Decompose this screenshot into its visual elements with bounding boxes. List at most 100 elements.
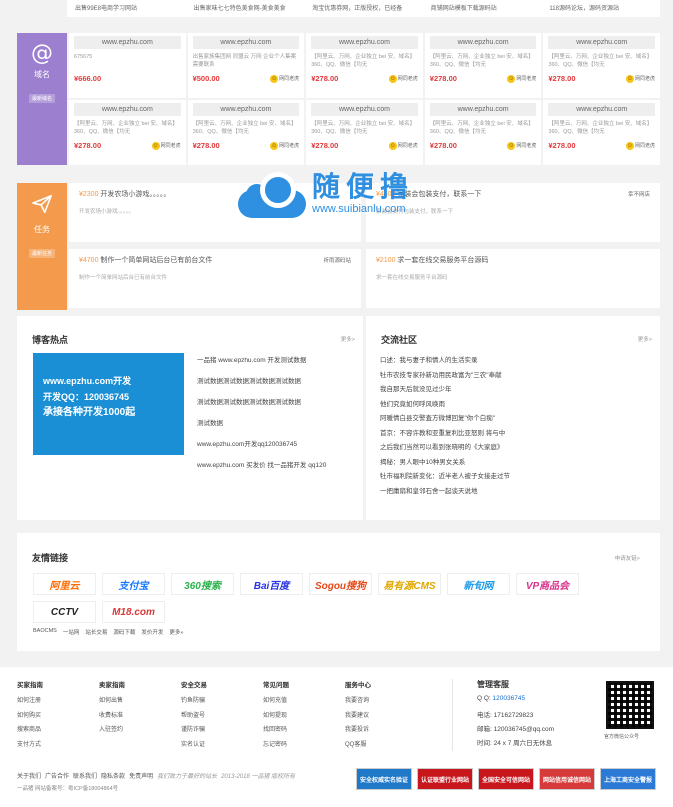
friend-text-link[interactable]: 源码下载 (113, 628, 135, 636)
footer-link[interactable]: 如何出售 (99, 695, 181, 710)
domain-section-label[interactable]: @ 域名 最新域名 (17, 33, 67, 165)
partner-logo[interactable]: 360搜索 (171, 573, 234, 595)
latest-domains-badge[interactable]: 最新域名 (28, 94, 55, 103)
trust-badge[interactable]: 安全权威实名验证 (356, 768, 412, 790)
partner-logo[interactable]: Bai百度 (240, 573, 303, 595)
blog-item[interactable]: www.epzhu.com 买发价 找一品猪开发 qq120 (197, 459, 326, 480)
partner-logo[interactable]: 易有源CMS (378, 573, 441, 595)
service-qq[interactable]: Q Q: 120036745 (477, 695, 554, 709)
seller-info[interactable]: ☺ 网同老虎 (388, 141, 418, 150)
footer-link[interactable]: 我要投诉 (345, 724, 427, 739)
footer-link[interactable]: 谨防诈骗 (181, 724, 263, 739)
task-section-label[interactable]: 任务 最新任务 (17, 183, 67, 310)
blog-banner[interactable]: www.epzhu.com开发 开发QQ：120036745 承接各种开发100… (33, 353, 184, 455)
community-item[interactable]: 首京：不容许教和亚重复利比亚怒则 将与中 (380, 427, 510, 442)
community-item[interactable]: 阿暖情白县交警査方微博回复"你个白痴" (380, 412, 510, 427)
friend-text-link[interactable]: 发价开发 (141, 628, 163, 636)
footer-link[interactable]: QQ客服 (345, 739, 427, 754)
trust-badge[interactable]: 认证联盟行业网站 (417, 768, 473, 790)
domain-card[interactable]: www.epzhu.com 675675 ¥666.00 (69, 33, 186, 98)
seller-info[interactable]: ☺ 网同老虎 (151, 141, 181, 150)
community-item[interactable]: 牡市福利院新变化：近半老人被子女接走过节 (380, 470, 510, 485)
seller-info[interactable]: ☺ 网同老虎 (507, 141, 536, 150)
community-item[interactable]: 口述：我与妻子和情人的生活实录 (380, 354, 510, 369)
domain-card[interactable]: www.epzhu.com 【阿里云、万网、企业独立 bei 安、域名】360、Q… (187, 100, 305, 165)
footer-link[interactable]: 忘记密码 (263, 739, 345, 754)
community-item[interactable]: 之后我们当然可以看到张晓明的《大家庭》 (380, 441, 510, 456)
domain-card[interactable]: www.epzhu.com 【阿里云、万网、企业独立 bei 安、域名】360、Q… (424, 33, 542, 98)
footer-link[interactable]: 搜索商品 (17, 724, 99, 739)
domain-card[interactable]: www.epzhu.com 【阿里云、万网、企业独立 bei 安、域名】360、Q… (306, 33, 423, 98)
blog-item[interactable]: 测试数据测试数据测试数据测试数据 (197, 396, 326, 417)
blog-item[interactable]: 一品猪 www.epzhu.com 开发测试数据 (197, 354, 326, 375)
footer-link[interactable]: 支付方式 (17, 739, 99, 754)
community-item[interactable]: 揭秘：男人眼中10种男女关系 (380, 456, 510, 471)
blog-item[interactable]: www.epzhu.com开发qq120036745 (197, 438, 326, 459)
bottom-link[interactable]: 联系我们 (73, 771, 97, 780)
seller-info[interactable]: ☺ 网同老虎 (270, 74, 299, 83)
bottom-link[interactable]: 关于我们 (17, 771, 41, 780)
top-listing-item[interactable]: 出售家味七七特色美食网-美食美食 (186, 0, 305, 17)
task-user[interactable]: 幸不网店 (628, 190, 650, 198)
domain-card[interactable]: www.epzhu.com 【阿里云、万网、企业独立 bei 安、域名】360、Q… (69, 100, 186, 165)
footer-link[interactable]: 如何充值 (263, 695, 345, 710)
apply-link[interactable]: 申请友链> (615, 554, 640, 562)
trust-badge[interactable]: 全国安全可信网站 (478, 768, 534, 790)
footer-link[interactable]: 找回密码 (263, 724, 345, 739)
footer-link[interactable]: 钓鱼防骗 (181, 695, 263, 710)
top-listing-item[interactable]: 商铺网站模板下载源码站 (423, 0, 542, 17)
task-card[interactable]: ¥4700 制作一个简单网站后台已有前台文件 制作一个简单网站后台已有前台文件 … (69, 249, 361, 308)
domain-card[interactable]: www.epzhu.com 【阿里云、万网、企业独立 bei 安、域名】360、Q… (543, 33, 660, 98)
service-email[interactable]: 邮箱: 120036745@qq.com (477, 723, 554, 737)
bottom-link[interactable]: 广告合作 (45, 771, 69, 780)
task-card[interactable]: ¥2100 求一套在线交易服务平台源码 求一套在线交易服务平台源码 (366, 249, 660, 308)
friend-text-link[interactable]: 站长交易 (85, 628, 107, 636)
partner-logo[interactable]: M18.com (102, 601, 165, 623)
blog-item[interactable]: 测试数据测试数据测试数据测试数据 (197, 375, 326, 396)
latest-tasks-badge[interactable]: 最新任务 (28, 249, 55, 258)
partner-logo[interactable]: 新旬网 (447, 573, 510, 595)
seller-info[interactable]: ☺ 网同老虎 (270, 141, 299, 150)
top-listing-item[interactable]: 118源码论坛，源码资源站 (541, 0, 660, 17)
trust-badge[interactable]: 上海工商安全警报 (600, 768, 656, 790)
seller-info[interactable]: ☺ 网同老虎 (625, 141, 655, 150)
bottom-link[interactable]: 免责声明 (129, 771, 153, 780)
friend-text-link[interactable]: 更多» (169, 628, 183, 636)
footer-link[interactable]: 如何购买 (17, 710, 99, 725)
community-item[interactable]: 一把庸扇和皇邻石舍一起谈天说地 (380, 485, 510, 500)
footer-link[interactable]: 实名认证 (181, 739, 263, 754)
footer-link[interactable]: 如何注册 (17, 695, 99, 710)
friend-text-link[interactable]: BAOCMS (33, 628, 57, 636)
partner-logo[interactable]: 阿里云 (33, 573, 96, 595)
community-item[interactable]: 牡市农技专家孙新功用民政富为"三农"奉献 (380, 369, 510, 384)
footer-link[interactable]: 我要建议 (345, 710, 427, 725)
footer-link[interactable]: 入驻签约 (99, 724, 181, 739)
seller-info[interactable]: ☺ 网同老虎 (388, 74, 418, 83)
footer-link[interactable]: 我要咨询 (345, 695, 427, 710)
footer-link[interactable]: 收费标准 (99, 710, 181, 725)
community-item[interactable]: 他们究竟如何呼风唤雨 (380, 398, 510, 413)
blog-more-link[interactable]: 更多> (341, 335, 355, 343)
footer-link[interactable]: 帮助盗号 (181, 710, 263, 725)
partner-logo[interactable]: CCTV (33, 601, 96, 623)
domain-card[interactable]: www.epzhu.com 【阿里云、万网、企业独立 bei 安、域名】360、Q… (306, 100, 423, 165)
top-listing-item[interactable]: 出售99E8电商学习网站 (67, 0, 186, 17)
top-listing-item[interactable]: 淘宝优惠券网，正版授权，已经备 (304, 0, 423, 17)
seller-info[interactable]: ☺ 网同老虎 (507, 74, 536, 83)
partner-logo[interactable]: VP商品会 (516, 573, 579, 595)
blog-item[interactable]: 测试数据 (197, 417, 326, 438)
friend-text-link[interactable]: 一站网 (63, 628, 80, 636)
bottom-link[interactable]: 隐私条款 (101, 771, 125, 780)
community-more-link[interactable]: 更多> (638, 335, 652, 343)
footer-link[interactable]: 如何提现 (263, 710, 345, 725)
domain-card[interactable]: www.epzhu.com 出售家族集团网 同盟云 万网 企业个人集案 需要联系 ¥… (187, 33, 305, 98)
domain-price: ¥278.00 (192, 141, 220, 150)
seller-info[interactable]: ☺ 网同老虎 (625, 74, 655, 83)
community-item[interactable]: 我自那天后就没见过少年 (380, 383, 510, 398)
domain-card[interactable]: www.epzhu.com 【阿里云、万网、企业独立 bei 安、域名】360、Q… (424, 100, 542, 165)
partner-logo[interactable]: Sogou搜狗 (309, 573, 372, 595)
domain-card[interactable]: www.epzhu.com 【阿里云、万网、企业独立 bei 安、域名】360、Q… (543, 100, 660, 165)
partner-logo[interactable]: 支付宝 (102, 573, 165, 595)
trust-badge[interactable]: 网站信用诚信网站 (539, 768, 595, 790)
task-user[interactable]: 祈雨源码站 (323, 256, 351, 264)
